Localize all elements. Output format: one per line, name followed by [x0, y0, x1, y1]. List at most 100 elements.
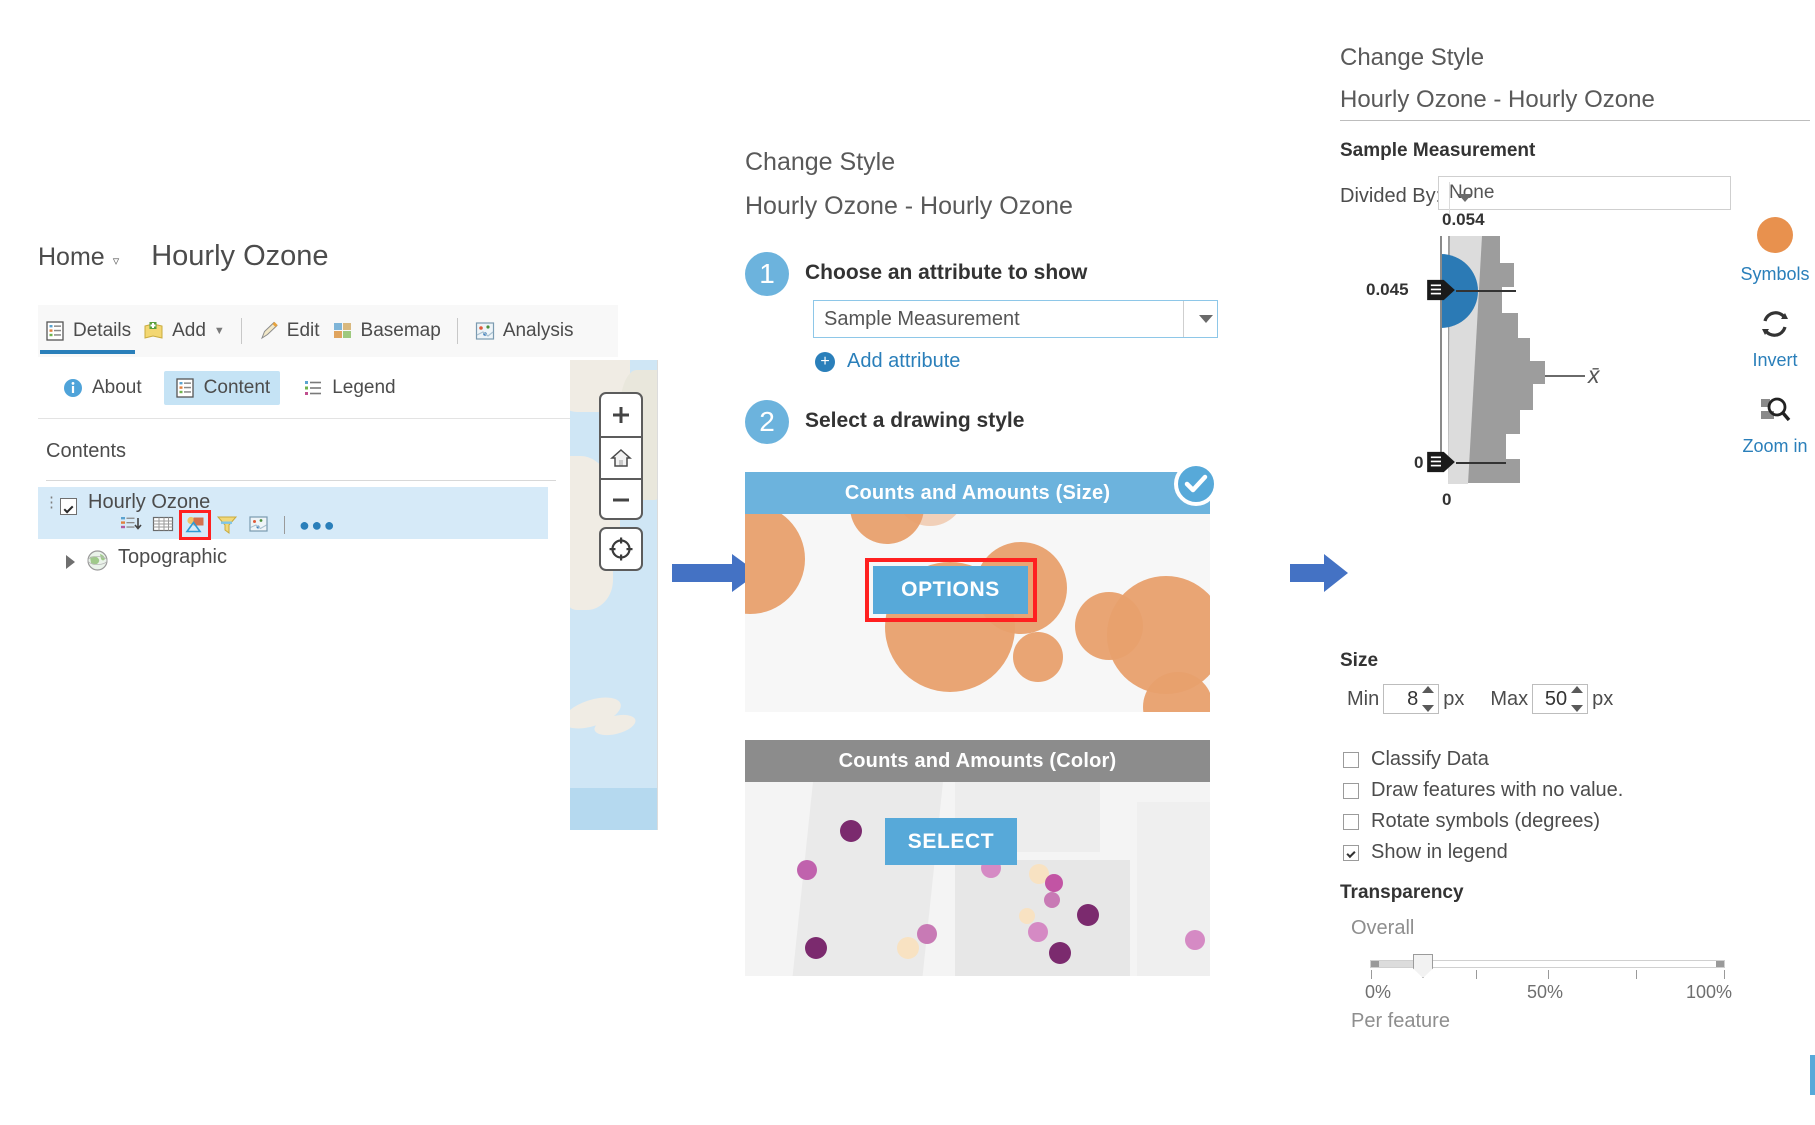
size-heading: Size [1340, 650, 1379, 671]
symbol-circle-icon [1757, 217, 1793, 253]
change-style-title: Change Style [745, 148, 896, 176]
size-controls: Min px Max px [1347, 684, 1613, 714]
add-attribute-link[interactable]: + Add attribute [815, 350, 960, 373]
layer-icons-divider [284, 516, 285, 534]
slider-lower-value-label: 0 [1414, 453, 1424, 472]
home-button[interactable] [601, 436, 641, 478]
toolbar-label-analysis: Analysis [502, 320, 574, 341]
select-button[interactable]: SELECT [885, 818, 1017, 865]
invert-tool[interactable]: Invert [1735, 307, 1815, 371]
toolbar-label-details: Details [73, 320, 132, 341]
toolbar-item-add[interactable]: Add ▼ [137, 305, 231, 357]
size-min-stepper-arrows[interactable] [1420, 686, 1436, 712]
transparency-tick-100 [1724, 970, 1725, 979]
drag-handle-icon[interactable]: ⋮ [44, 495, 59, 510]
mean-symbol-label: x̄ [1588, 362, 1600, 388]
ok-button[interactable]: OK [1810, 1055, 1815, 1095]
invert-tool-label: Invert [1752, 350, 1798, 370]
style-card-size-title: Counts and Amounts (Size) [745, 472, 1210, 514]
style-card-selected-check-icon [1174, 462, 1218, 506]
tab-content[interactable]: Content [163, 370, 281, 405]
locate-button[interactable] [599, 527, 643, 571]
legend-icon [302, 377, 324, 399]
checkbox-rotate-symbols-box[interactable] [1343, 813, 1359, 830]
checkbox-classify-data[interactable]: Classify Data [1343, 744, 1623, 775]
slider-upper-value-label: 0.045 [1366, 280, 1409, 299]
change-style-subtitle: Hourly Ozone - Hourly Ozone [745, 192, 1073, 220]
preview-dot [1028, 922, 1048, 942]
divided-by-label: Divided By: [1340, 185, 1442, 207]
stepper-down-icon [1422, 705, 1435, 712]
add-chevron-down-icon[interactable]: ▼ [214, 325, 225, 337]
layer-row-topographic[interactable]: Topographic [38, 543, 548, 583]
attribute-chevron-down-icon[interactable] [1183, 301, 1217, 337]
table-icon[interactable] [152, 515, 174, 535]
size-max-input[interactable] [1535, 686, 1570, 712]
transparency-label-100: 100% [1686, 982, 1733, 1002]
tab-content-label: Content [203, 376, 271, 398]
zoom-in-button[interactable] [601, 394, 641, 436]
checkbox-show-in-legend-box[interactable] [1343, 844, 1359, 861]
histogram-slider[interactable]: 0.054 0.045 0 x̄ 0 [1340, 210, 1640, 520]
checkbox-rotate-symbols[interactable]: Rotate symbols (degrees) [1343, 806, 1623, 837]
tab-about[interactable]: About [52, 371, 152, 405]
options-checkbox-list: Classify Data Draw features with no valu… [1343, 744, 1623, 868]
style-card-counts-amounts-color[interactable]: Counts and Amounts (Color) SELECT [745, 740, 1210, 976]
zoom-out-button[interactable] [601, 478, 641, 518]
attribute-select[interactable]: Sample Measurement [813, 300, 1218, 338]
transparency-tick-0 [1371, 970, 1372, 979]
show-table-icon[interactable] [120, 515, 142, 535]
breadcrumb: Home ▿ Hourly Ozone [38, 240, 329, 273]
breadcrumb-chevron-down-icon[interactable]: ▿ [113, 253, 120, 269]
tab-legend-label: Legend [332, 376, 396, 398]
layer-visibility-checkbox[interactable] [60, 498, 77, 515]
expand-triangle-icon[interactable] [66, 555, 75, 569]
toolbar-label-basemap: Basemap [360, 320, 441, 341]
style-card-counts-amounts-size[interactable]: Counts and Amounts (Size) OPTIONS [745, 462, 1218, 712]
style-card-color-title: Counts and Amounts (Color) [745, 740, 1210, 782]
options-button-highlight [865, 558, 1037, 622]
layer-row-hourly-ozone[interactable]: ⋮ Hourly Ozone ●●● [38, 487, 548, 540]
preview-dot [840, 820, 862, 842]
symbols-tool-label: Symbols [1740, 264, 1810, 284]
size-min-stepper[interactable] [1383, 684, 1440, 714]
plus-circle-icon: + [815, 351, 835, 372]
toolbar-item-analysis[interactable]: Analysis [468, 305, 580, 357]
slider-handle-upper[interactable] [1424, 278, 1458, 302]
slider-upper-leader-line [1456, 290, 1516, 292]
slider-handle-lower[interactable] [1424, 450, 1458, 474]
filter-icon[interactable] [216, 515, 238, 535]
invert-icon [1762, 311, 1788, 337]
layer-action-icons: ●●● [120, 510, 336, 540]
transparency-heading: Transparency [1340, 882, 1464, 903]
checkbox-show-in-legend[interactable]: Show in legend [1343, 837, 1623, 868]
toolbar-item-basemap[interactable]: Basemap [326, 305, 447, 357]
divided-by-select[interactable]: None [1438, 176, 1731, 214]
symbols-tool[interactable]: Symbols [1735, 215, 1815, 285]
tab-about-label: About [92, 376, 142, 398]
preview-dot [1019, 908, 1035, 924]
checkbox-draw-no-value-box[interactable] [1343, 782, 1359, 799]
preview-dot [1045, 874, 1063, 892]
transparency-label-50: 50% [1527, 982, 1564, 1002]
size-min-input[interactable] [1386, 686, 1421, 712]
configure-popup-icon[interactable] [248, 515, 270, 535]
panel-subtabs: About Content Legend [38, 357, 618, 419]
more-options-icon[interactable]: ●●● [299, 516, 336, 534]
size-max-stepper[interactable] [1532, 684, 1589, 714]
checkbox-draw-no-value[interactable]: Draw features with no value. [1343, 775, 1623, 806]
tab-legend[interactable]: Legend [292, 371, 405, 405]
map-ocean-shade [570, 788, 657, 830]
preview-dot [805, 937, 827, 959]
toolbar-item-edit[interactable]: Edit [252, 305, 326, 357]
change-style-icon[interactable] [179, 510, 211, 540]
checkbox-classify-data-box[interactable] [1343, 751, 1359, 768]
breadcrumb-home-link[interactable]: Home [38, 243, 105, 272]
size-max-stepper-arrows[interactable] [1569, 686, 1585, 712]
histogram-upper-bound-label: 0.054 [1442, 210, 1485, 229]
zoom-in-tool[interactable]: Zoom in [1735, 393, 1815, 457]
details-icon [44, 320, 66, 342]
checkbox-show-in-legend-label: Show in legend [1371, 841, 1508, 863]
toolbar-item-details[interactable]: Details [38, 305, 137, 357]
transparency-slider-thumb[interactable] [1413, 954, 1433, 978]
